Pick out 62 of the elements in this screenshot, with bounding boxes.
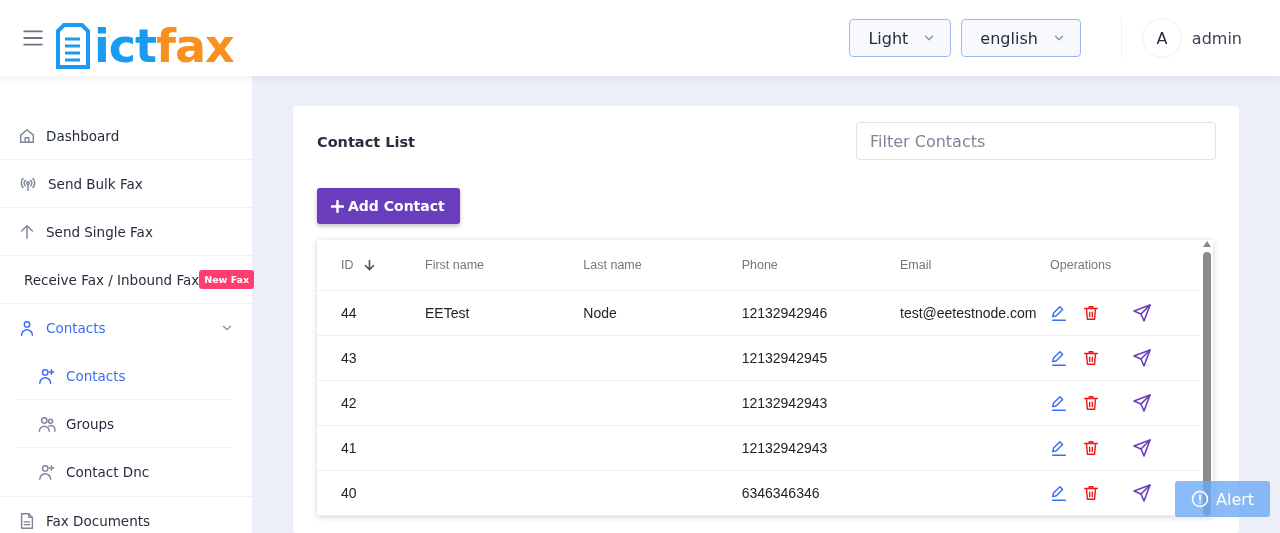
sidebar-item[interactable]: Receive Fax / Inbound Fax New Fax xyxy=(0,256,252,304)
table-cell: EETest xyxy=(425,305,470,321)
pencil-icon[interactable] xyxy=(1050,349,1068,367)
send-icon[interactable] xyxy=(1132,483,1152,503)
language-select[interactable]: english xyxy=(961,19,1081,57)
trash-icon[interactable] xyxy=(1082,394,1100,412)
column-header[interactable]: ID xyxy=(341,257,354,272)
table-cell: 12132942946 xyxy=(741,305,828,321)
column-header: Email xyxy=(900,258,932,272)
sidebar-item[interactable]: Contacts xyxy=(0,304,252,352)
send-icon[interactable] xyxy=(1132,348,1152,368)
column-header: First name xyxy=(425,258,485,272)
sidebar-subitem[interactable]: Contacts xyxy=(18,352,232,400)
person-plus-icon xyxy=(38,463,56,481)
trash-icon[interactable] xyxy=(1082,439,1100,457)
sidebar-subitem[interactable]: Contact Dnc xyxy=(18,448,232,496)
pencil-icon[interactable] xyxy=(1050,304,1068,322)
new-badge: New Fax xyxy=(199,270,255,289)
table-cell: Node xyxy=(583,305,617,321)
send-icon[interactable] xyxy=(1132,438,1152,458)
sidebar-item[interactable]: Send Single Fax xyxy=(0,208,252,256)
arrow-up-icon xyxy=(18,222,36,241)
trash-icon[interactable] xyxy=(1082,304,1100,322)
sidebar-item[interactable]: Fax Documents xyxy=(0,497,252,533)
send-icon[interactable] xyxy=(1132,303,1152,323)
table-cell: 12132942943 xyxy=(741,395,828,411)
person-icon xyxy=(18,319,36,337)
home-icon xyxy=(18,126,36,145)
column-header: Last name xyxy=(583,258,642,272)
card-title: Contact List xyxy=(317,134,415,150)
table-cell: test@eetestnode.com xyxy=(900,305,1037,321)
pencil-icon[interactable] xyxy=(1050,439,1068,457)
filter-field[interactable]: Filter Contacts xyxy=(856,122,1216,160)
logo-text: ictfax xyxy=(94,23,234,69)
plus-icon xyxy=(331,199,344,213)
trash-icon[interactable] xyxy=(1082,349,1100,367)
scroll-up-icon[interactable] xyxy=(1201,240,1212,248)
document-icon xyxy=(18,511,36,530)
sidebar-item[interactable]: Dashboard xyxy=(0,112,252,160)
document-icon xyxy=(56,23,90,69)
theme-select[interactable]: Light xyxy=(849,19,952,57)
table-cell: 42 xyxy=(341,395,357,411)
pencil-icon[interactable] xyxy=(1050,394,1068,412)
table-cell: 12132942945 xyxy=(741,350,828,366)
sidebar-item[interactable]: Send Bulk Fax xyxy=(0,160,252,208)
table-cell: 44 xyxy=(341,305,357,321)
user-name[interactable]: admin xyxy=(1191,28,1242,48)
exclamation-icon xyxy=(1191,490,1209,508)
sidebar-subitem[interactable]: Groups xyxy=(18,400,232,448)
table-cell: 40 xyxy=(341,485,357,501)
person-plus-icon xyxy=(38,366,56,385)
column-header: Operations xyxy=(1050,258,1112,272)
pencil-icon[interactable] xyxy=(1050,484,1068,502)
people-icon xyxy=(38,414,56,433)
table-cell: 12132942943 xyxy=(741,440,828,456)
table-cell: 6346346346 xyxy=(741,485,820,501)
column-header: Phone xyxy=(741,258,778,272)
send-icon[interactable] xyxy=(1132,393,1152,413)
table-cell: 41 xyxy=(341,440,357,456)
table-cell: 43 xyxy=(341,350,357,366)
add-contact-button[interactable]: Add Contact xyxy=(317,188,460,224)
trash-icon[interactable] xyxy=(1082,484,1100,502)
